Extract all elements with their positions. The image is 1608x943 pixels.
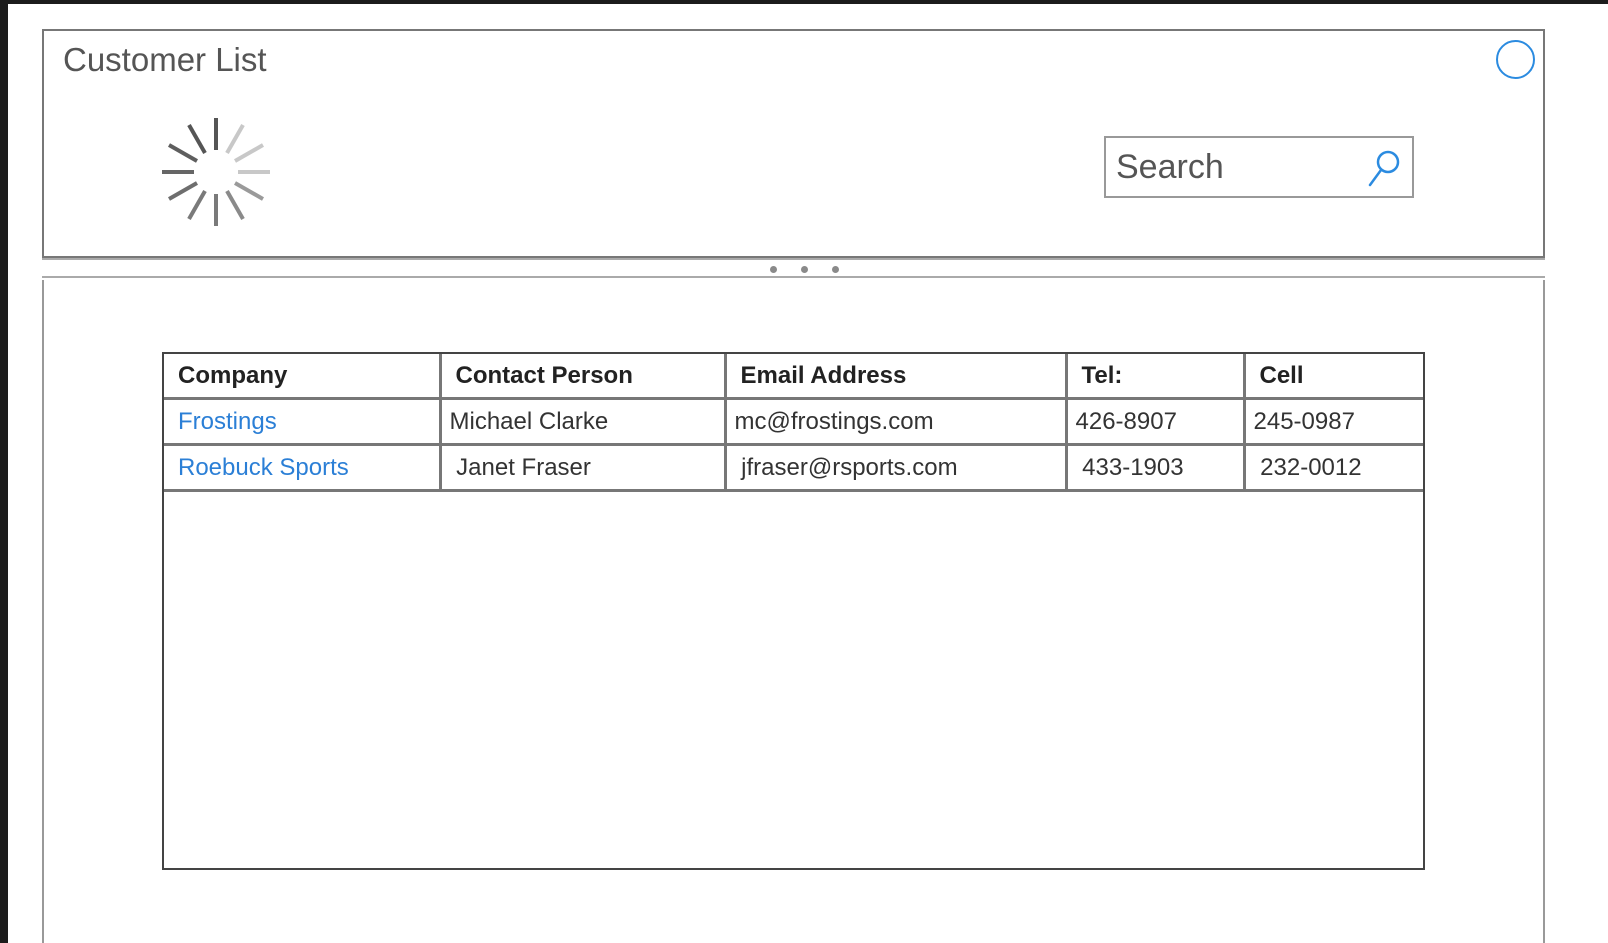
circle-icon[interactable]	[1496, 40, 1535, 79]
company-cell: Roebuck Sports	[164, 443, 442, 492]
search-box	[1104, 136, 1414, 198]
company-link[interactable]: Roebuck Sports	[178, 454, 349, 481]
drag-handle-icon[interactable]	[758, 264, 839, 274]
window-title: Customer List	[63, 41, 267, 78]
panel-splitter[interactable]	[42, 258, 1545, 278]
company-cell: Frostings	[164, 397, 442, 446]
title-bar: Customer List	[42, 29, 1545, 94]
column-header-company[interactable]: Company	[164, 354, 442, 400]
content-panel: Company Contact Person Email Address Tel…	[42, 280, 1545, 943]
tel-cell: 426-8907	[1064, 397, 1246, 446]
company-link[interactable]: Frostings	[178, 408, 277, 435]
column-header-tel[interactable]: Tel:	[1064, 354, 1246, 400]
table-header-row: Company Contact Person Email Address Tel…	[164, 354, 1423, 400]
email-cell: mc@frostings.com	[723, 397, 1068, 446]
table-row[interactable]: Frostings Michael Clarke mc@frostings.co…	[164, 397, 1423, 446]
column-header-contact-person[interactable]: Contact Person	[438, 354, 727, 400]
contact-cell: Michael Clarke	[438, 397, 727, 446]
cell-phone-cell: 232-0012	[1242, 443, 1423, 492]
tel-cell: 433-1903	[1064, 443, 1246, 492]
toolbar-panel	[42, 91, 1545, 258]
contact-cell: Janet Fraser	[438, 443, 727, 492]
search-input[interactable]	[1106, 138, 1366, 196]
customer-table: Company Contact Person Email Address Tel…	[162, 352, 1425, 870]
wireframe-canvas: Customer List Search Company Contact Per…	[8, 4, 1608, 943]
email-cell: jfraser@rsports.com	[723, 443, 1068, 492]
spinner-icon	[162, 118, 270, 226]
cell-phone-cell: 245-0987	[1242, 397, 1423, 446]
column-header-cell[interactable]: Cell	[1242, 354, 1423, 400]
column-header-email[interactable]: Email Address	[723, 354, 1068, 400]
search-icon[interactable]	[1366, 148, 1402, 188]
table-row[interactable]: Roebuck Sports Janet Fraser jfraser@rspo…	[164, 443, 1423, 492]
